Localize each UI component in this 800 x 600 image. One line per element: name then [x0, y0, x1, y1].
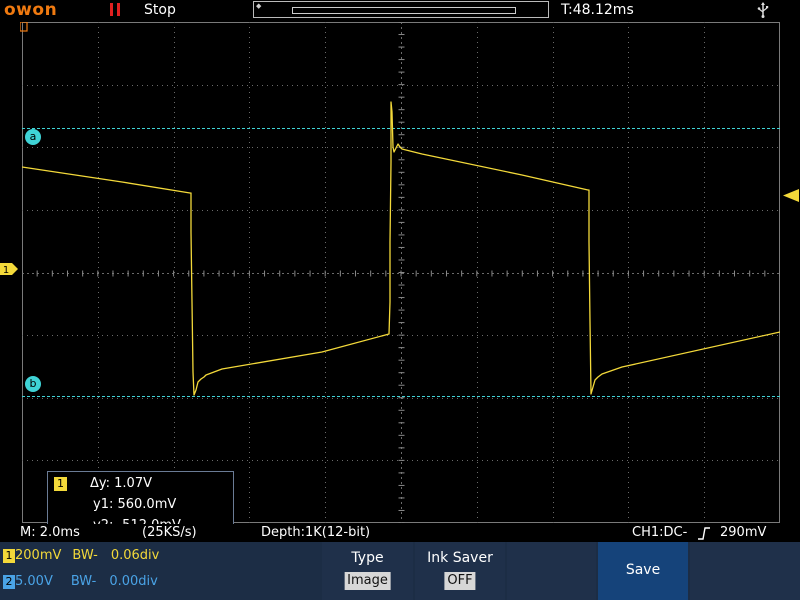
- menu-ink-saver-value: OFF: [444, 572, 476, 590]
- ch1-info[interactable]: 1 200mV BW- 0.06div: [0, 546, 159, 566]
- ch1-badge: 1: [3, 548, 15, 563]
- pause-icon[interactable]: [110, 3, 122, 16]
- trigger-position-marker-icon: [20, 22, 28, 32]
- ch1-bw: BW-: [72, 548, 98, 563]
- trigger-time: T:48.12ms: [561, 2, 634, 18]
- menu-empty-2: [690, 542, 800, 600]
- memory-position-bar: ◆: [253, 1, 549, 18]
- menu-type[interactable]: Type Image: [322, 542, 413, 600]
- measurement-y1: y1: 560.0mV: [93, 497, 177, 512]
- usb-icon: [757, 2, 769, 18]
- ch1-position: 0.06div: [110, 548, 160, 563]
- svg-text:1: 1: [3, 265, 9, 275]
- waveform-display[interactable]: a b 1 Δy: 1.07V y1: 560.0mV y2: -512.0mV: [22, 22, 780, 540]
- ch2-position: 0.00div: [109, 574, 158, 589]
- record-depth: Depth:1K(12-bit): [261, 525, 371, 540]
- menu-ink-saver-title: Ink Saver: [427, 550, 493, 566]
- save-button[interactable]: Save: [598, 542, 688, 600]
- bottom-menu-bar: 1 200mV BW- 0.06div 2 5.00V BW- 0.00div Type I…: [0, 542, 800, 600]
- menu-type-title: Type: [351, 550, 384, 566]
- waveform-graticule: [22, 22, 780, 523]
- sample-rate: (25KS/s): [142, 525, 197, 540]
- memory-view-window: [292, 7, 516, 14]
- menu-type-value: Image: [344, 572, 391, 590]
- menu-ink-saver[interactable]: Ink Saver OFF: [415, 542, 505, 600]
- run-state[interactable]: Stop: [144, 0, 176, 20]
- measurement-channel-badge: 1: [54, 477, 67, 491]
- status-row: M: 2.0ms (25KS/s) Depth:1K(12-bit) CH1:D…: [0, 524, 800, 542]
- ch2-scale: 5.00V: [15, 574, 53, 589]
- menu-empty-1: [507, 542, 596, 600]
- top-bar: owon Stop ◆ T:48.12ms: [0, 0, 800, 20]
- memory-pointer-icon: ◆: [256, 2, 262, 10]
- measurement-delta-y: Δy: 1.07V: [90, 476, 152, 491]
- rising-edge-icon: [698, 527, 710, 540]
- ch2-bw: BW-: [70, 574, 97, 589]
- brand-logo: owon: [4, 0, 58, 20]
- ch2-info[interactable]: 2 5.00V BW- 0.00div: [0, 572, 158, 592]
- ch1-scale: 200mV: [15, 548, 62, 563]
- trigger-source: CH1:DC-: [632, 525, 688, 540]
- ch2-badge: 2: [3, 574, 15, 589]
- trigger-level: 290mV: [720, 525, 767, 540]
- trigger-level-marker-icon[interactable]: [783, 189, 799, 202]
- cursor-a-label[interactable]: a: [25, 129, 41, 145]
- cursor-b-label[interactable]: b: [25, 376, 41, 392]
- timebase[interactable]: M: 2.0ms: [20, 524, 80, 542]
- ch1-level-marker-icon[interactable]: 1: [0, 263, 20, 275]
- save-button-label: Save: [625, 562, 661, 578]
